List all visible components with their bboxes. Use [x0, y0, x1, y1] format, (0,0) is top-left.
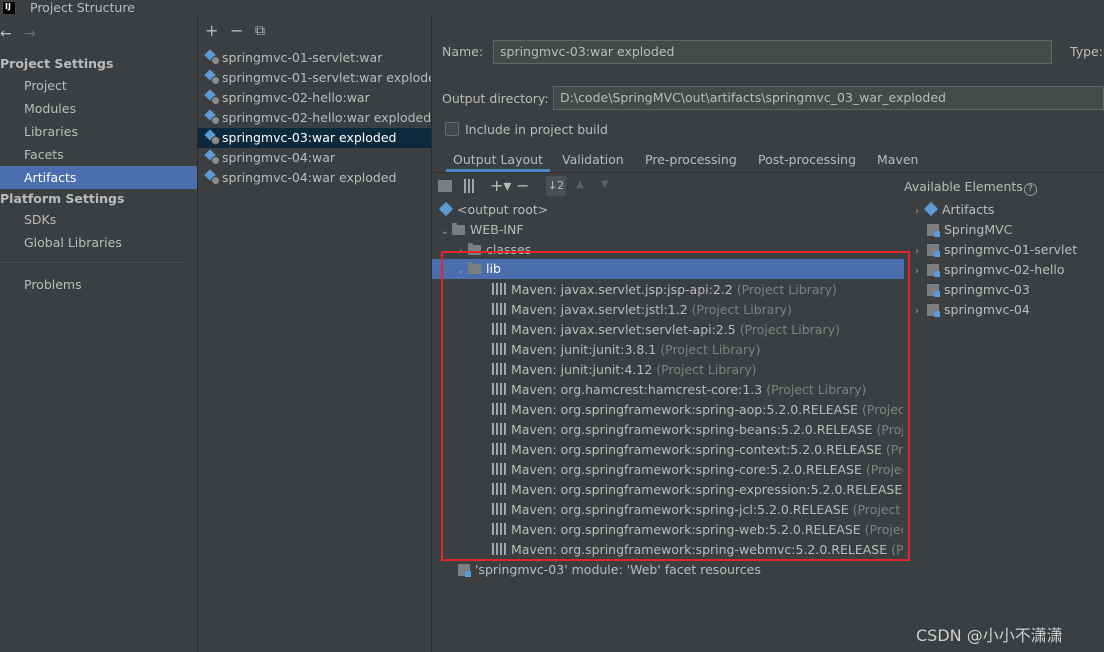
tab-output-layout[interactable]: Output Layout [446, 150, 550, 172]
artifact-icon [923, 201, 939, 217]
platform-settings-heading: Platform Settings [0, 191, 125, 206]
module-icon [927, 304, 940, 317]
include-in-build-checkbox[interactable] [445, 122, 459, 136]
watermark: CSDN @小小不潇潇 [916, 626, 1063, 645]
back-arrow-icon[interactable]: ← [0, 26, 12, 42]
sidebar-item-global-libraries[interactable]: Global Libraries [0, 231, 197, 254]
new-folder-icon[interactable] [438, 180, 452, 192]
tab-validation[interactable]: Validation [562, 150, 624, 172]
artifact-icon [204, 130, 220, 145]
sidebar-item-sdks[interactable]: SDKs [0, 208, 197, 231]
name-input[interactable]: springmvc-03:war exploded [493, 40, 1052, 64]
copy-artifact-button[interactable]: ⧉ [255, 23, 265, 39]
artifact-list-item[interactable]: springmvc-01-servlet:war [198, 48, 431, 68]
add-artifact-button[interactable]: + [205, 23, 218, 39]
web-facet-icon [458, 564, 471, 577]
available-element-item[interactable]: › springmvc-04 [910, 300, 1104, 320]
tab-pre-processing[interactable]: Pre-processing [645, 150, 737, 172]
project-settings-heading: Project Settings [0, 56, 114, 71]
move-up-icon[interactable]: ▲ [576, 179, 584, 190]
artifact-list-item[interactable]: springmvc-02-hello:war exploded [198, 108, 431, 128]
window-title: Project Structure [30, 0, 135, 15]
sidebar-divider [0, 262, 183, 263]
artifact-list-item[interactable]: springmvc-01-servlet:war exploded [198, 68, 431, 88]
add-element-button[interactable]: +▾ [490, 176, 511, 195]
output-directory-label: Output directory: [442, 91, 549, 106]
module-icon [927, 244, 940, 257]
highlight-box [441, 251, 910, 561]
intellij-logo-icon: IJ [2, 1, 16, 15]
sort-elements-button[interactable]: ↓2 [546, 176, 566, 196]
artifact-list-item[interactable]: springmvc-02-hello:war [198, 88, 431, 108]
artifact-icon [204, 70, 220, 85]
forward-arrow-icon[interactable]: → [24, 26, 36, 42]
sidebar-item-facets[interactable]: Facets [0, 143, 197, 166]
available-element-item[interactable]: SpringMVC [910, 220, 1104, 240]
name-label: Name: [442, 44, 484, 59]
sidebar-item-libraries[interactable]: Libraries [0, 120, 197, 143]
title-bar: IJ Project Structure [0, 0, 1104, 17]
tab-maven[interactable]: Maven [877, 150, 918, 172]
sidebar-item-artifacts[interactable]: Artifacts [0, 166, 197, 189]
artifact-icon [204, 90, 220, 105]
available-elements-label: Available Elements? [904, 179, 1037, 196]
chevron-down-icon[interactable]: ⌄ [438, 222, 452, 240]
archive-icon[interactable] [464, 179, 476, 193]
tree-web-inf[interactable]: ⌄ WEB-INF [438, 220, 904, 240]
sidebar-item-problems[interactable]: Problems [0, 273, 197, 296]
sidebar-item-modules[interactable]: Modules [0, 97, 197, 120]
tab-post-processing[interactable]: Post-processing [758, 150, 856, 172]
artifact-icon [204, 50, 220, 65]
available-element-item[interactable]: › springmvc-01-servlet [910, 240, 1104, 260]
chevron-right-icon[interactable]: › [910, 262, 924, 280]
chevron-right-icon[interactable]: › [910, 202, 924, 220]
artifact-icon [204, 150, 220, 165]
include-in-build-label: Include in project build [465, 122, 608, 137]
available-element-item[interactable]: › Artifacts [910, 200, 1104, 220]
artifact-list-item-selected[interactable]: springmvc-03:war exploded [198, 128, 431, 148]
move-down-icon[interactable]: ▼ [601, 179, 609, 190]
tree-output-root[interactable]: <output root> [438, 200, 904, 220]
output-root-icon [438, 201, 454, 217]
available-element-item[interactable]: springmvc-03 [910, 280, 1104, 300]
sidebar-item-project[interactable]: Project [0, 74, 197, 97]
artifact-icon [204, 110, 220, 125]
chevron-right-icon[interactable]: › [910, 302, 924, 320]
artifact-list-item[interactable]: springmvc-04:war [198, 148, 431, 168]
chevron-right-icon[interactable]: › [910, 242, 924, 260]
artifact-list-item[interactable]: springmvc-04:war exploded [198, 168, 431, 188]
tabs-divider [432, 172, 1104, 173]
module-icon [927, 224, 940, 237]
module-icon [927, 264, 940, 277]
artifact-icon [204, 170, 220, 185]
output-directory-input[interactable]: D:\code\SpringMVC\out\artifacts\springmv… [553, 86, 1104, 110]
module-icon [927, 284, 940, 297]
artifacts-list-panel: + − ⧉ springmvc-01-servlet:war springmvc… [198, 17, 431, 652]
remove-artifact-button[interactable]: − [230, 23, 243, 39]
tree-facet-resources[interactable]: 'springmvc-03' module: 'Web' facet resou… [458, 560, 904, 580]
type-label: Type: [1070, 44, 1103, 59]
remove-element-button[interactable]: − [516, 176, 529, 195]
available-element-item[interactable]: › springmvc-02-hello [910, 260, 1104, 280]
settings-sidebar: ← → Project Settings Project Modules Lib… [0, 17, 197, 652]
panel-divider [431, 17, 432, 652]
folder-icon [452, 223, 465, 235]
help-icon[interactable]: ? [1023, 183, 1037, 196]
